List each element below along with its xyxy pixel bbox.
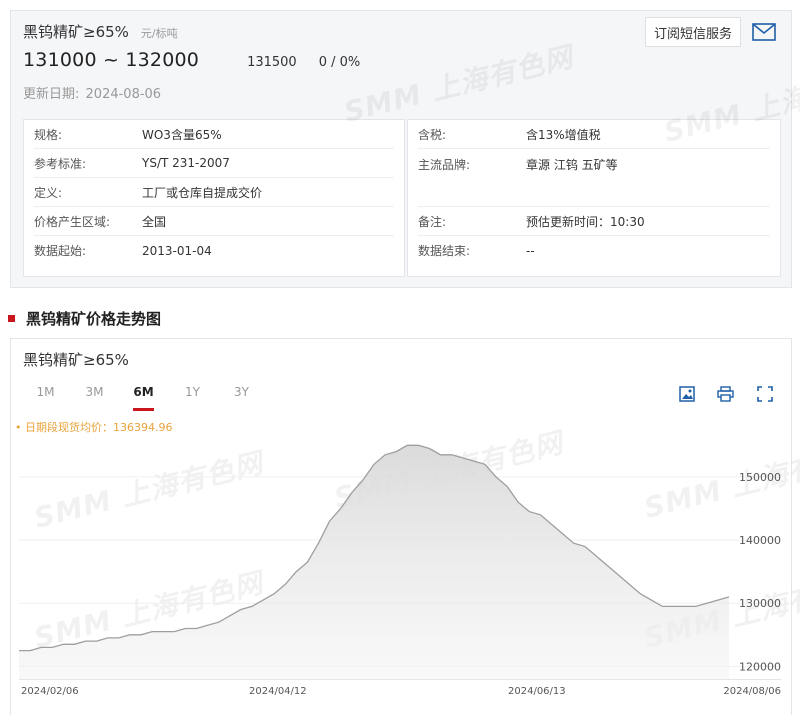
section-heading: 黑钨精矿价格走势图	[8, 308, 161, 329]
price-area	[19, 445, 729, 679]
price-change: 0 / 0%	[318, 55, 361, 70]
tab-1m[interactable]: 1M	[21, 385, 70, 407]
spec-key: 备注:	[418, 214, 447, 229]
spec-row: 参考标准: YS/T 231-2007	[34, 149, 394, 178]
print-icon[interactable]	[715, 383, 736, 404]
spec-value: 章源 江钨 五矿等	[526, 158, 618, 172]
price-row: 131000 ~ 132000 131500 0 / 0%	[23, 49, 360, 71]
range-tabs: 1M 3M 6M 1Y 3Y	[21, 385, 266, 411]
spec-key: 主流品牌:	[418, 158, 471, 172]
update-date: 2024-08-06	[85, 87, 162, 102]
spec-table-right: 含税: 含13%增值税 主流品牌: 章源 江钨 五矿等 备注: 预估更新时间：10:3…	[407, 119, 781, 277]
mail-icon[interactable]	[749, 17, 779, 47]
product-name: 黑钨精矿≥65%	[23, 23, 129, 41]
y-tick-label: 120000	[739, 660, 781, 673]
spec-value: YS/T 231-2007	[142, 156, 230, 170]
spec-value: 含13%增值税	[526, 127, 601, 142]
price-range: 131000 ~ 132000	[23, 49, 200, 71]
product-unit: 元/标吨	[140, 27, 178, 40]
section-title: 黑钨精矿价格走势图	[26, 310, 162, 328]
period-average-label: • 日期段现货均价：136394.96	[15, 421, 173, 434]
spec-key: 含税:	[418, 127, 447, 142]
chart-title: 黑钨精矿≥65%	[23, 351, 129, 369]
spec-row: 备注: 预估更新时间：10:30	[418, 207, 770, 236]
spec-row: 数据起始: 2013-01-04	[34, 236, 394, 265]
x-tick-label: 2024/04/12	[249, 686, 307, 697]
x-tick-label: 2024/08/06	[723, 686, 781, 697]
product-title-row: 黑钨精矿≥65% 元/标吨	[23, 21, 178, 43]
download-image-icon[interactable]	[676, 383, 697, 404]
spec-row: 定义: 工厂或仓库自提成交价	[34, 178, 394, 207]
tab-3m[interactable]: 3M	[70, 385, 119, 407]
y-tick-label: 150000	[739, 471, 781, 484]
spec-value: 全国	[142, 214, 167, 229]
spec-key: 定义:	[34, 185, 63, 200]
subscribe-area: 订阅短信服务	[644, 17, 779, 47]
chart-tools	[676, 383, 775, 404]
chart-panel: SMM 上海有色网 SMM 上海有色网 SMM 上海有色网 SMM 上海有色网 …	[10, 338, 800, 715]
y-tick-label: 140000	[739, 534, 781, 547]
product-info-card: 黑钨精矿≥65% 元/标吨 131000 ~ 132000 131500 0 /…	[10, 10, 800, 288]
spec-value: 2013-01-04	[142, 243, 212, 258]
fullscreen-icon[interactable]	[754, 383, 775, 404]
spec-row: 价格产生区域: 全国	[34, 207, 394, 236]
tab-6m[interactable]: 6M	[119, 385, 168, 411]
subscribe-sms-button[interactable]: 订阅短信服务	[644, 17, 741, 47]
spec-table-left: 规格: WO3含量65% 参考标准: YS/T 231-2007 定义: 工厂或仓库自…	[23, 119, 405, 277]
spec-value: WO3含量65%	[142, 127, 222, 142]
spec-row: 含税: 含13%增值税	[418, 120, 770, 149]
tab-3y[interactable]: 3Y	[217, 385, 266, 407]
spec-key: 参考标准:	[34, 156, 87, 171]
spec-key: 价格产生区域:	[34, 214, 111, 229]
update-date-row: 更新日期: 2024-08-06	[23, 83, 161, 102]
section-marker	[8, 315, 15, 322]
update-date-label: 更新日期:	[23, 87, 80, 102]
x-tick-label: 2024/02/06	[21, 686, 79, 697]
spec-value: 预估更新时间：10:30	[526, 214, 645, 229]
spec-row: 数据结束: --	[418, 236, 770, 265]
spec-value: 工厂或仓库自提成交价	[142, 185, 263, 200]
spec-key: 数据结束:	[418, 244, 471, 258]
spec-value: --	[526, 243, 535, 258]
tab-1y[interactable]: 1Y	[168, 385, 217, 407]
spec-key: 规格:	[34, 127, 63, 142]
watermark: SMM 上海有色网	[340, 40, 577, 129]
spec-key: 数据起始:	[34, 244, 87, 258]
spec-row: 主流品牌: 章源 江钨 五矿等	[418, 149, 770, 207]
average-price: 131500	[247, 55, 297, 70]
y-tick-label: 130000	[739, 597, 781, 610]
x-tick-label: 2024/06/13	[508, 686, 566, 697]
spec-row: 规格: WO3含量65%	[34, 120, 394, 149]
